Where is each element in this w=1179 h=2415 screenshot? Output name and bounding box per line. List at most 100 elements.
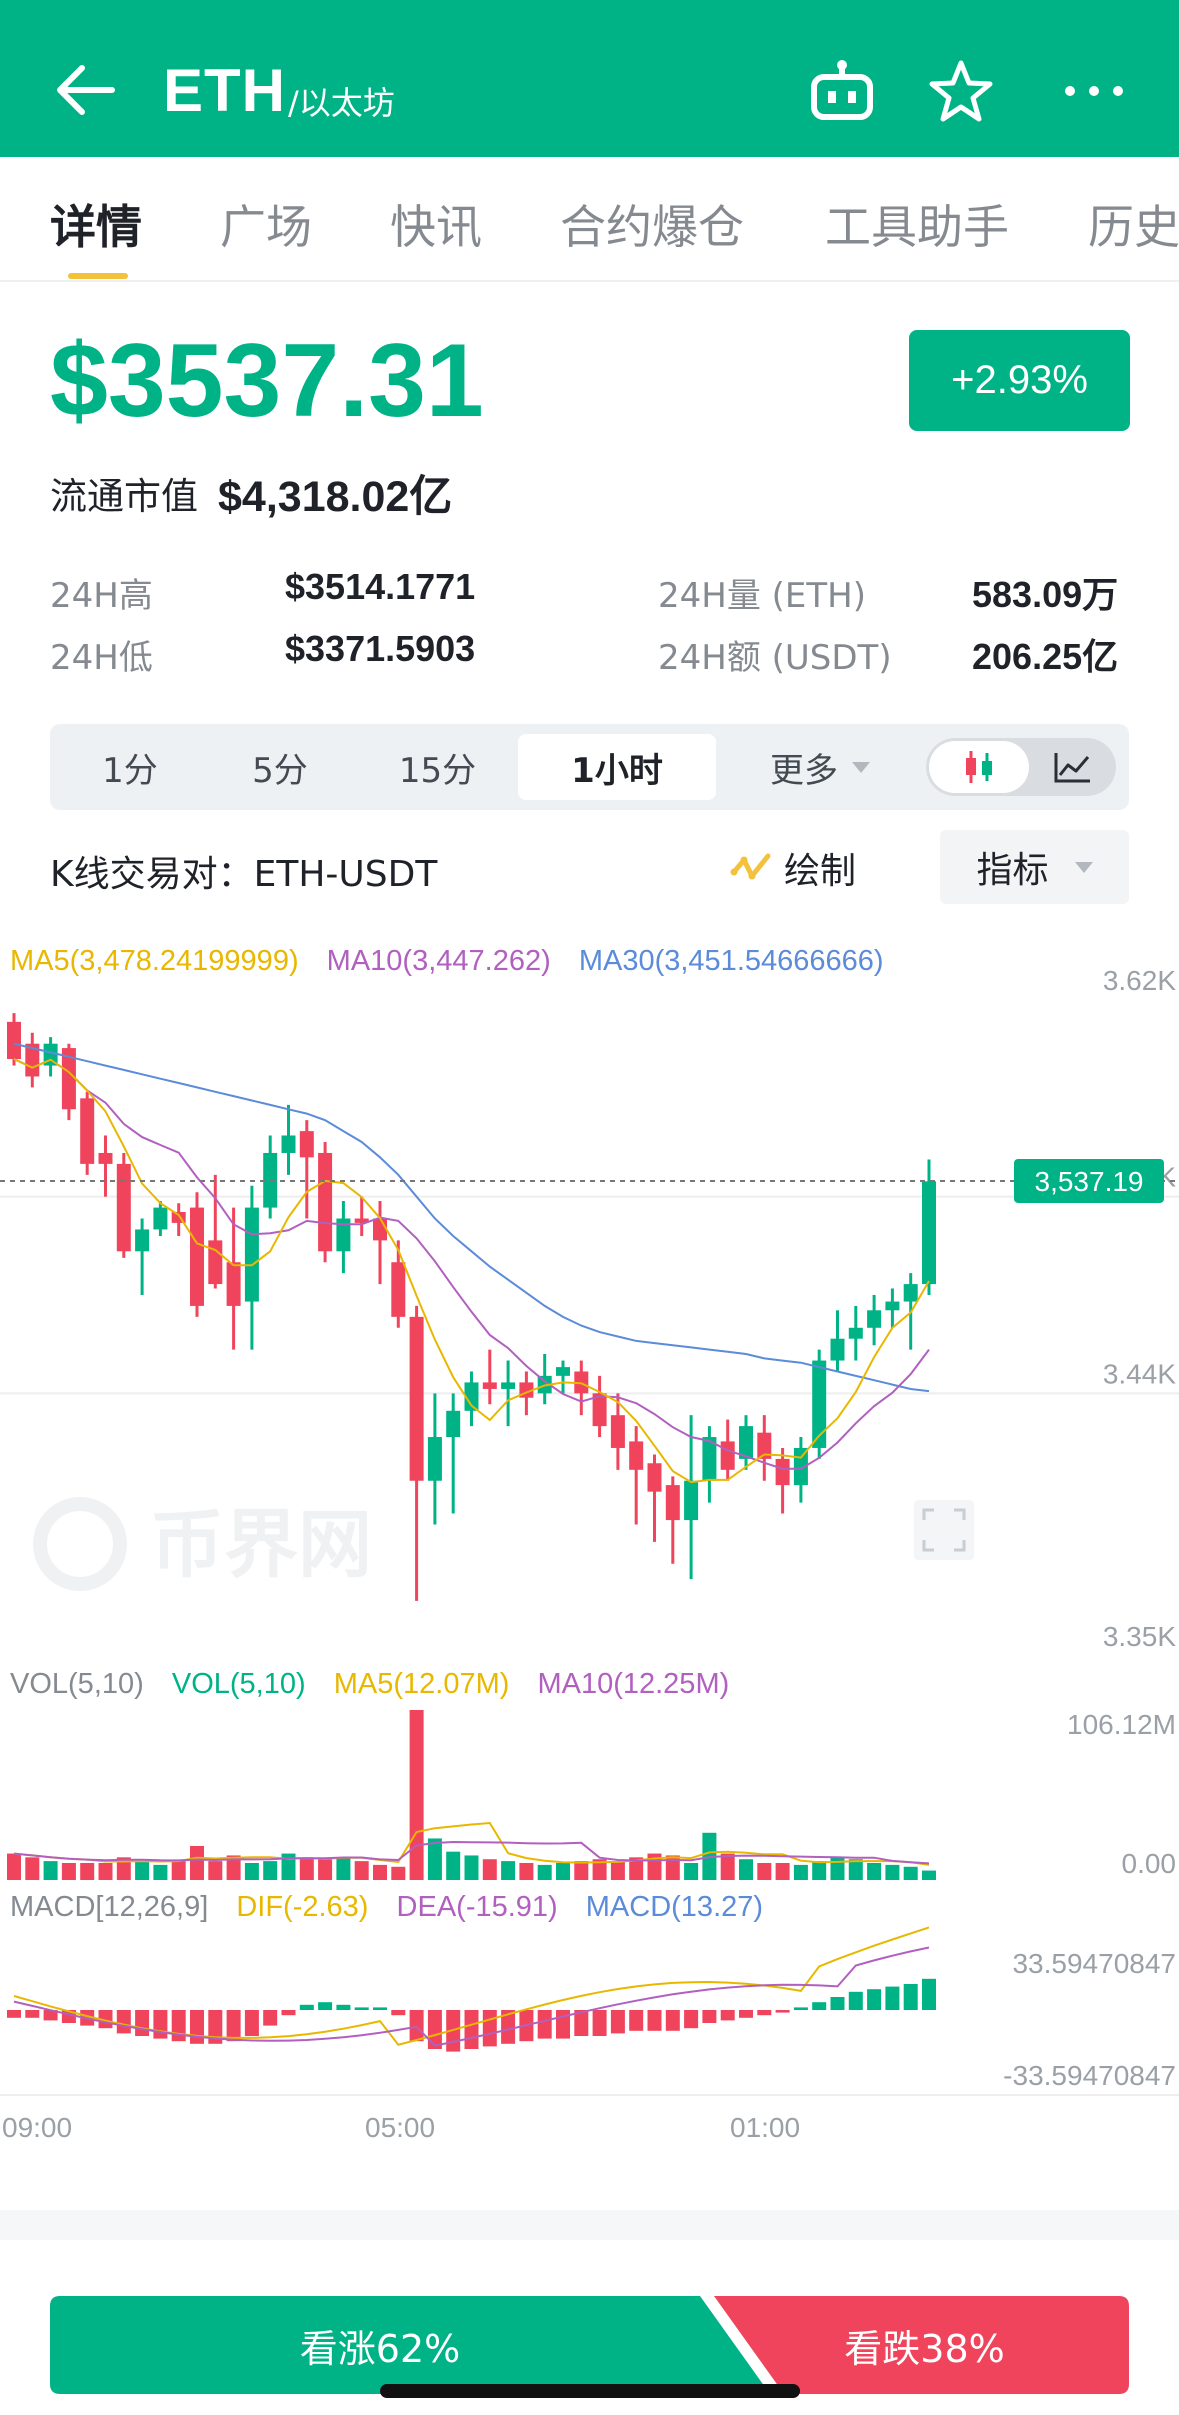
candle-body	[848, 1327, 863, 1339]
period-1h[interactable]: 1小时	[518, 734, 716, 800]
macd-bar	[592, 2010, 607, 2036]
macd-legend: MACD[12,26,9] DIF(-2.63) DEA(-15.91) MAC…	[10, 1891, 783, 1924]
star-icon[interactable]	[925, 58, 997, 124]
indicator-button[interactable]: 指标	[940, 830, 1129, 904]
macd-bar	[135, 2010, 150, 2036]
macd-bar	[610, 2010, 625, 2034]
period-1m[interactable]: 1分	[70, 734, 190, 800]
candle-body	[482, 1382, 497, 1389]
robot-icon[interactable]	[806, 58, 878, 124]
macd-bar	[336, 2004, 351, 2010]
macd-bar	[775, 2010, 790, 2013]
kline-chart[interactable]: 币界网3.62K3.53K3.44K3.35K3,537.19106.12M0.…	[0, 930, 1179, 2150]
candle-body	[98, 1152, 113, 1164]
volume-bar	[318, 1859, 333, 1880]
period-15m[interactable]: 15分	[370, 734, 505, 800]
line-chart-icon[interactable]	[1044, 746, 1100, 788]
tab-bar: 详情 广场 快讯 合约爆仓 工具助手 历史	[0, 157, 1179, 282]
volume-bar	[263, 1861, 278, 1880]
volume-bar	[61, 1863, 76, 1880]
volume-bar	[610, 1861, 625, 1880]
volume-bar	[793, 1864, 808, 1880]
macd-tick-label: -33.59470847	[1003, 2060, 1176, 2091]
macd-bar	[812, 2002, 827, 2010]
tab-news[interactable]: 快讯	[390, 191, 482, 257]
trading-pair-label: K线交易对：ETH-USDT	[50, 854, 438, 895]
market-cap-value: $4,318.02亿	[218, 473, 453, 521]
ma30-legend: MA30(3,451.54666666)	[578, 945, 884, 977]
tab-tools[interactable]: 工具助手	[825, 191, 1009, 257]
period-selector: 1分 5分 15分 1小时 更多	[50, 724, 1129, 810]
macd-tick-label: 33.59470847	[1012, 1948, 1176, 1979]
watermark-text: 币界网	[150, 1502, 372, 1588]
ma30-line	[13, 1042, 930, 1393]
macd-bar	[482, 2010, 497, 2047]
volume-bar	[80, 1863, 95, 1880]
candle-body	[922, 1181, 936, 1285]
divider	[0, 2210, 1179, 2240]
macd-bar	[665, 2010, 680, 2031]
volume-bar	[135, 1859, 150, 1880]
tab-liquidations[interactable]: 合约爆仓	[560, 191, 744, 257]
macd-bar	[226, 2010, 241, 2042]
tab-square[interactable]: 广场	[220, 191, 312, 257]
volume-24h-value: 583.09万	[972, 574, 1119, 615]
ma-legend: MA5(3,478.24199999) MA10(3,447.262) MA30…	[10, 945, 904, 978]
ma5-legend: MA5(3,478.24199999)	[10, 945, 299, 977]
vote-bearish-button[interactable]: 看跌38%	[720, 2296, 1129, 2394]
candle-body	[867, 1310, 882, 1328]
period-5m[interactable]: 5分	[220, 734, 340, 800]
volume-bar	[903, 1866, 918, 1880]
volume-bar	[885, 1864, 900, 1880]
vol-legend-label: VOL(5,10)	[10, 1668, 144, 1700]
chevron-down-icon	[852, 761, 870, 773]
macd-bar	[647, 2010, 662, 2031]
volume-bar	[171, 1861, 186, 1880]
more-icon[interactable]	[1058, 58, 1130, 124]
volume-bar	[373, 1864, 387, 1880]
macd-legend-label: MACD[12,26,9]	[10, 1891, 209, 1923]
macd-bar	[537, 2010, 552, 2039]
macd-bar	[153, 2010, 168, 2039]
candlestick-icon[interactable]	[929, 741, 1029, 793]
macd-bar	[281, 2010, 296, 2016]
chevron-down-icon	[1074, 861, 1093, 873]
volume-bar	[556, 1863, 570, 1880]
candle-body	[446, 1410, 461, 1438]
draw-button[interactable]: 绘制	[730, 842, 856, 894]
candle-body	[775, 1458, 790, 1486]
macd-bar	[848, 1991, 863, 2010]
volume-bar	[98, 1863, 113, 1880]
candle-body	[116, 1163, 131, 1252]
volume-bar	[775, 1863, 790, 1880]
candle-body	[281, 1135, 296, 1153]
current-price: $3537.31	[50, 323, 484, 439]
macd-bar	[25, 2010, 40, 2018]
indicator-label: 指标	[976, 850, 1049, 891]
volume-tick-label: 106.12M	[1067, 1709, 1176, 1740]
turnover-24h-value: 206.25亿	[972, 636, 1119, 677]
candle-body	[244, 1207, 259, 1302]
period-more[interactable]: 更多	[730, 734, 910, 800]
candle-body	[903, 1284, 918, 1302]
vol-ma10-legend: MA10(12.25M)	[537, 1668, 730, 1700]
candle-body	[610, 1415, 625, 1448]
candle-body	[299, 1131, 314, 1158]
macd-bar	[318, 2002, 333, 2010]
change-badge: +2.93%	[909, 330, 1130, 431]
tab-history[interactable]: 历史	[1088, 191, 1179, 257]
macd-bar	[720, 2010, 735, 2021]
watermark-logo	[33, 1497, 127, 1591]
macd-bar	[244, 2010, 259, 2036]
candle-body	[720, 1441, 735, 1470]
macd-bar	[867, 1989, 882, 2010]
tab-details[interactable]: 详情	[50, 191, 142, 257]
vote-bullish-button[interactable]: 看涨62%	[50, 2296, 710, 2394]
macd-bar	[739, 2010, 753, 2018]
macd-bar	[409, 2010, 424, 2042]
draw-label: 绘制	[784, 851, 857, 892]
macd-bar	[793, 2007, 808, 2010]
back-arrow-icon[interactable]	[52, 60, 122, 120]
chart-type-toggle[interactable]	[926, 738, 1116, 796]
market-cap-label: 流通市值	[50, 475, 198, 518]
